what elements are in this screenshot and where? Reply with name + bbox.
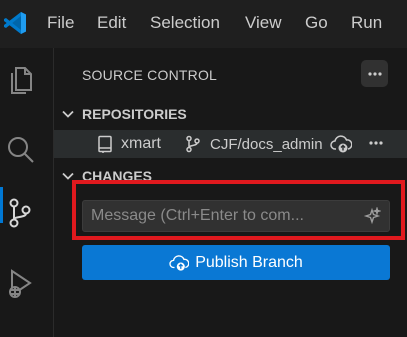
publish-branch-label: Publish Branch xyxy=(195,253,303,271)
chevron-down-icon xyxy=(62,172,74,180)
view-more-button[interactable] xyxy=(361,60,388,87)
search-icon[interactable] xyxy=(4,134,36,166)
run-debug-icon[interactable] xyxy=(4,268,36,300)
source-control-icon[interactable] xyxy=(4,197,36,229)
repositories-section-header[interactable]: REPOSITORIES xyxy=(54,104,407,126)
title-bar: File Edit Selection View Go Run xyxy=(0,0,407,48)
menu-selection[interactable]: Selection xyxy=(150,13,220,33)
chevron-down-icon xyxy=(62,110,74,118)
active-indicator xyxy=(0,187,3,223)
explorer-icon[interactable] xyxy=(4,64,36,96)
menu-view[interactable]: View xyxy=(245,13,282,33)
vscode-logo-icon[interactable] xyxy=(2,10,28,36)
repo-name: xmart xyxy=(121,135,161,152)
changes-section-header[interactable]: CHANGES xyxy=(54,166,407,188)
ellipsis-icon[interactable] xyxy=(368,140,384,146)
menu-edit[interactable]: Edit xyxy=(97,13,126,33)
git-branch-icon xyxy=(186,135,200,153)
source-control-sidebar: SOURCE CONTROL REPOSITORIES xmart CJF/do… xyxy=(54,48,407,337)
changes-header-label: CHANGES xyxy=(82,168,153,184)
commit-message-box xyxy=(82,200,390,232)
ellipsis-icon xyxy=(367,71,382,76)
repositories-header-label: REPOSITORIES xyxy=(82,106,187,122)
menu-run[interactable]: Run xyxy=(351,13,382,33)
activity-bar xyxy=(0,48,54,337)
view-title: SOURCE CONTROL xyxy=(82,67,218,83)
publish-branch-button[interactable]: Publish Branch xyxy=(82,245,390,280)
menu-file[interactable]: File xyxy=(47,13,74,33)
publish-cloud-icon[interactable] xyxy=(330,134,352,154)
publish-cloud-icon xyxy=(169,254,190,271)
commit-message-input[interactable] xyxy=(83,201,363,231)
menu-go[interactable]: Go xyxy=(305,13,328,33)
sparkle-icon[interactable] xyxy=(363,207,381,225)
repository-row[interactable]: xmart CJF/docs_admin xyxy=(54,130,407,158)
repo-icon xyxy=(98,135,112,153)
branch-name[interactable]: CJF/docs_admin xyxy=(210,136,323,153)
